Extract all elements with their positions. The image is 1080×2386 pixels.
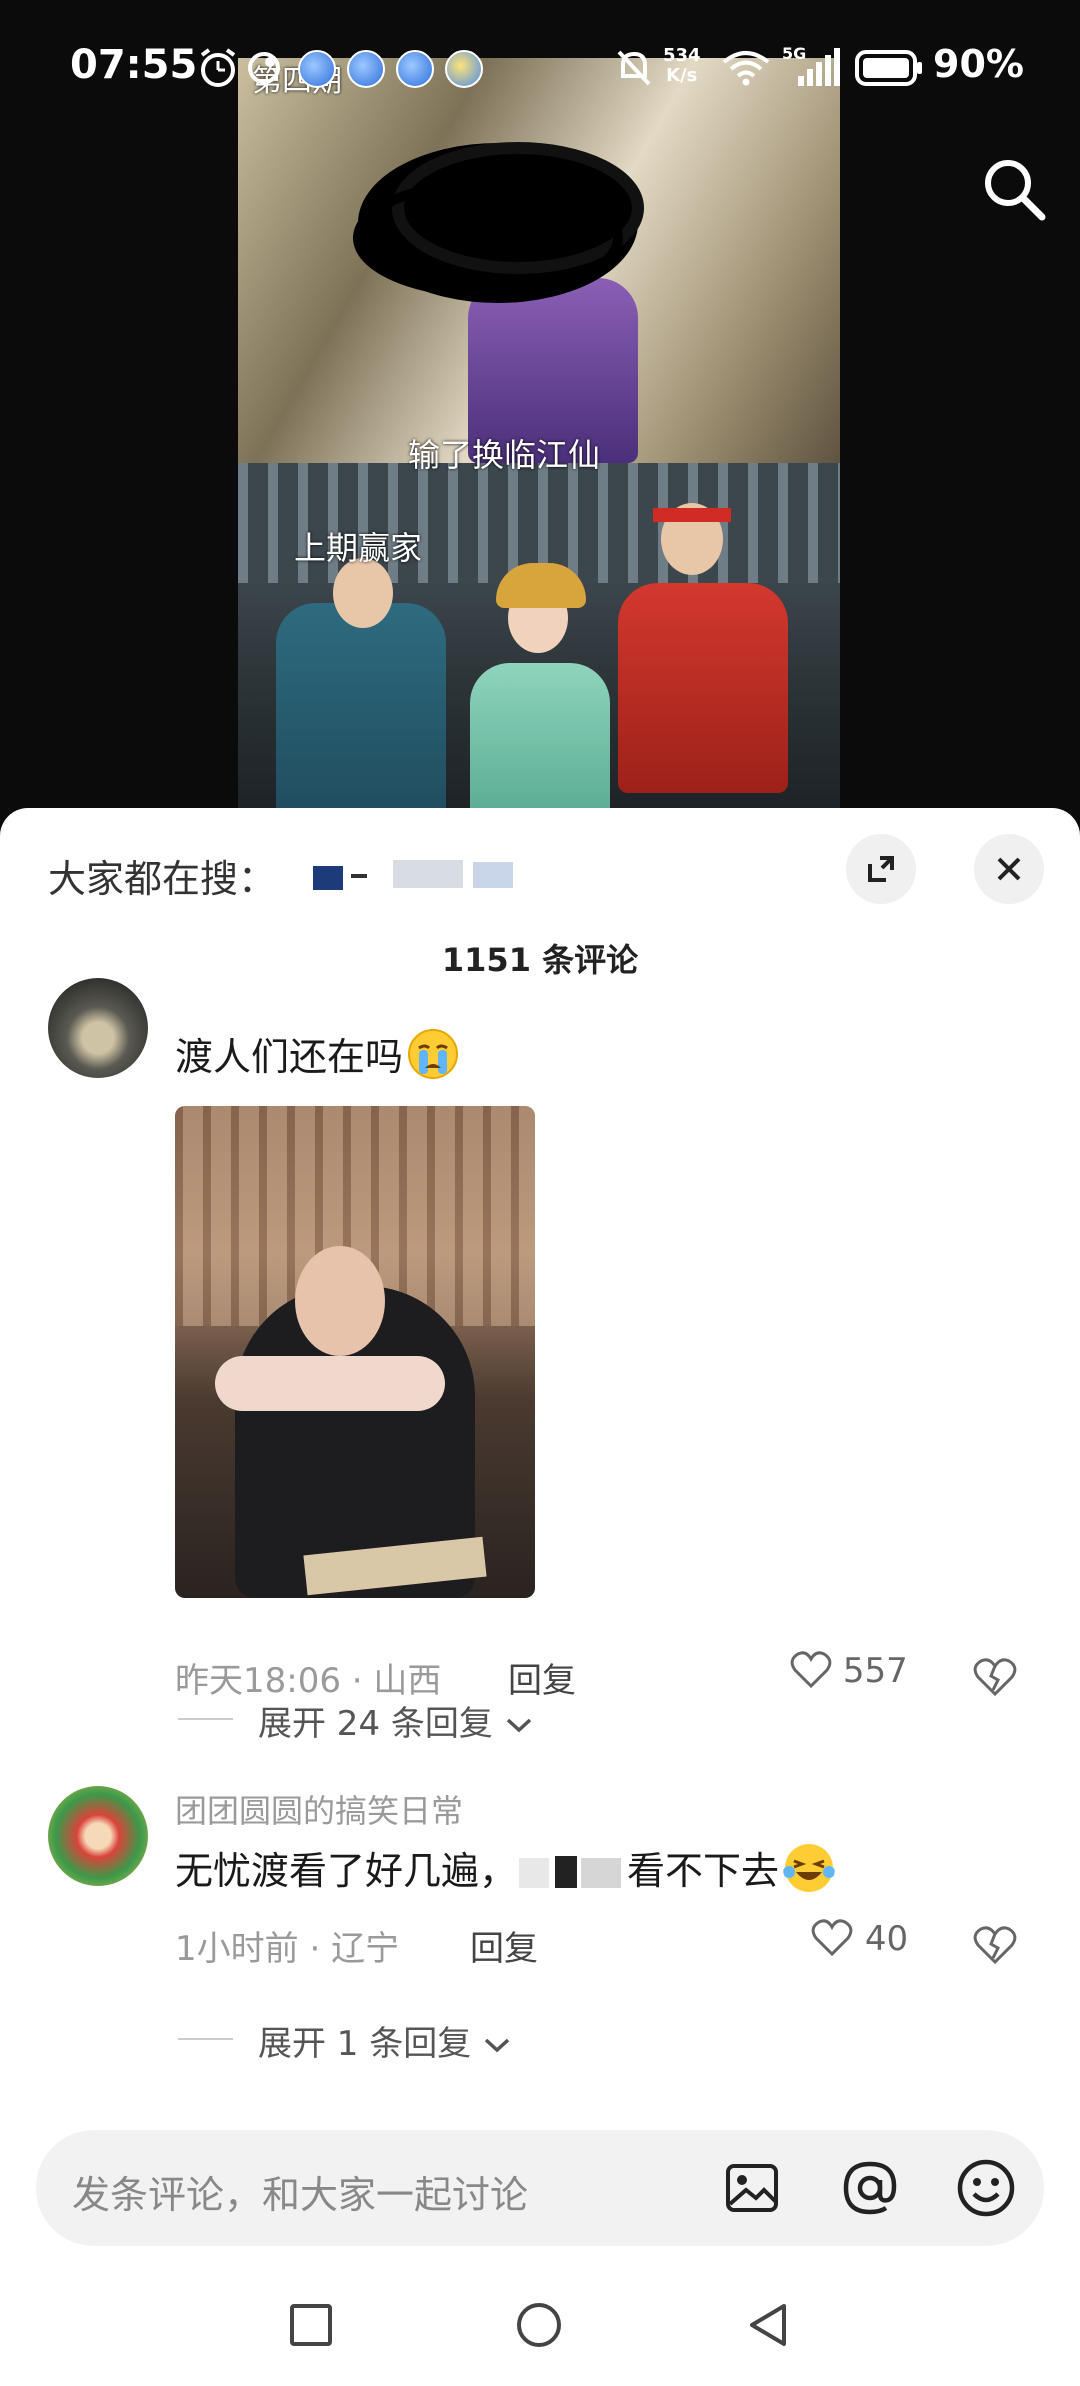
trending-search-term-redacted[interactable] [313,856,523,892]
back-icon[interactable] [744,2300,794,2350]
chevron-down-icon [506,1718,531,1733]
reply-button[interactable]: 回复 [470,1921,538,1970]
search-icon[interactable] [980,155,1050,225]
redacted-text [519,1856,622,1888]
comment-meta: 1小时前 · 辽宁 [175,1929,400,1969]
alarm-icon [200,48,236,87]
home-icon[interactable] [514,2300,564,2350]
image-picker-icon[interactable] [718,2154,786,2222]
like-count: 557 [842,1651,908,1691]
figure-left [276,603,446,828]
divider [178,2038,233,2040]
redaction-scribble [353,142,644,303]
heart-icon [811,1919,853,1957]
heart-icon [790,1651,832,1689]
red-headband [653,508,731,522]
close-icon [997,857,1021,881]
comment-input-placeholder[interactable]: 发条评论，和大家一起讨论 [72,2164,528,2219]
battery-percent: 90% [933,42,1024,86]
system-navigation-bar [0,2270,1080,2386]
battery-icon [855,50,922,86]
app-notification-icon [396,50,434,88]
winner-caption: 上期赢家 [294,529,423,567]
wifi-icon [722,51,770,86]
crying-face-emoji-icon [408,1029,459,1079]
status-time: 07:55 [70,42,198,88]
video-still-bottom [238,463,840,828]
comment-meta: 昨天18:06 · 山西 [175,1661,442,1701]
app-notification-icon [248,52,280,84]
comment-location: 辽宁 [331,1929,400,1969]
weather-icon [445,50,483,88]
comment-input[interactable]: 发条评论，和大家一起讨论 [36,2130,1044,2246]
video-frame[interactable]: 第四期 输了换临江仙 上期赢家 [238,58,840,828]
close-comments-button[interactable] [974,834,1044,904]
like-button[interactable]: 40 [810,1918,908,1959]
app-notification-icon [347,50,385,88]
comment-time: 1小时前 [175,1929,299,1969]
app-notification-icon [298,50,336,88]
recent-apps-icon[interactable] [286,2300,336,2350]
signal-icon [798,48,840,86]
divider [178,1718,233,1720]
avatar[interactable] [48,978,148,1078]
figure-head [295,1246,385,1356]
expand-fullscreen-button[interactable] [846,834,916,904]
figure-right [618,583,788,793]
status-bar: 07:55 534 K/s 5G 90% [0,0,1080,135]
comment-location: 山西 [373,1661,442,1701]
chevron-down-icon [484,2038,510,2053]
comment-image[interactable] [175,1106,535,1598]
comment-text: 无忧渡看了好几遍， 看不下去 [175,1840,836,1895]
avatar[interactable] [48,1786,148,1886]
mention-icon[interactable] [836,2154,904,2222]
mute-icon [617,50,651,86]
loser-caption: 输了换临江仙 [408,436,601,474]
like-button[interactable]: 557 [790,1650,908,1691]
like-count: 40 [864,1919,909,1959]
trending-search-label[interactable]: 大家都在搜： [48,848,276,903]
expand-replies-button[interactable]: 展开 1 条回复 [258,2016,512,2065]
expand-replies-button[interactable]: 展开 24 条回复 [258,1696,534,1745]
network-speed: 534 K/s [663,45,701,86]
embracing-arms [215,1356,445,1411]
dislike-icon[interactable] [972,1924,1018,1966]
reply-button[interactable]: 回复 [508,1653,576,1702]
emoji-picker-icon[interactable] [952,2154,1020,2222]
figure-center [470,663,610,828]
laughing-tears-face-emoji-icon [783,1844,836,1892]
comment-text: 渡人们还在吗 [175,1026,459,1081]
comment-time: 昨天18:06 [175,1661,341,1701]
expand-icon [868,856,894,882]
comment-username[interactable]: 团团圆圆的搞笑日常 [175,1786,463,1832]
comment-count: 1151 条评论 [441,941,639,979]
dislike-icon[interactable] [972,1656,1018,1698]
